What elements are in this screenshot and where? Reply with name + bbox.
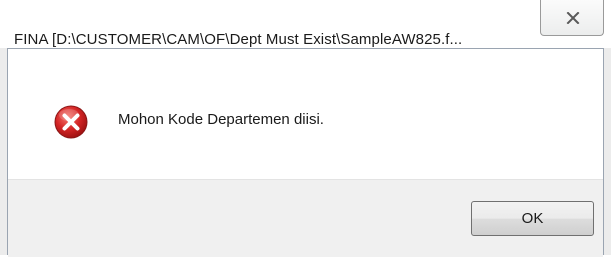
error-message: Mohon Kode Departemen diisi. (118, 111, 324, 128)
close-icon (566, 12, 580, 24)
close-button[interactable] (540, 0, 604, 36)
ok-button[interactable]: OK (471, 201, 594, 236)
window-title: FINA [D:\CUSTOMER\CAM\OF\Dept Must Exist… (14, 31, 463, 48)
title-bar[interactable]: FINA [D:\CUSTOMER\CAM\OF\Dept Must Exist… (0, 0, 611, 48)
dialog-content: Mohon Kode Departemen diisi. OK (7, 48, 604, 257)
button-bar: OK (8, 179, 603, 257)
window-frame-left (0, 48, 7, 255)
message-box-window: FINA [D:\CUSTOMER\CAM\OF\Dept Must Exist… (0, 0, 611, 257)
error-icon (54, 105, 88, 139)
window-frame-right (604, 48, 611, 255)
